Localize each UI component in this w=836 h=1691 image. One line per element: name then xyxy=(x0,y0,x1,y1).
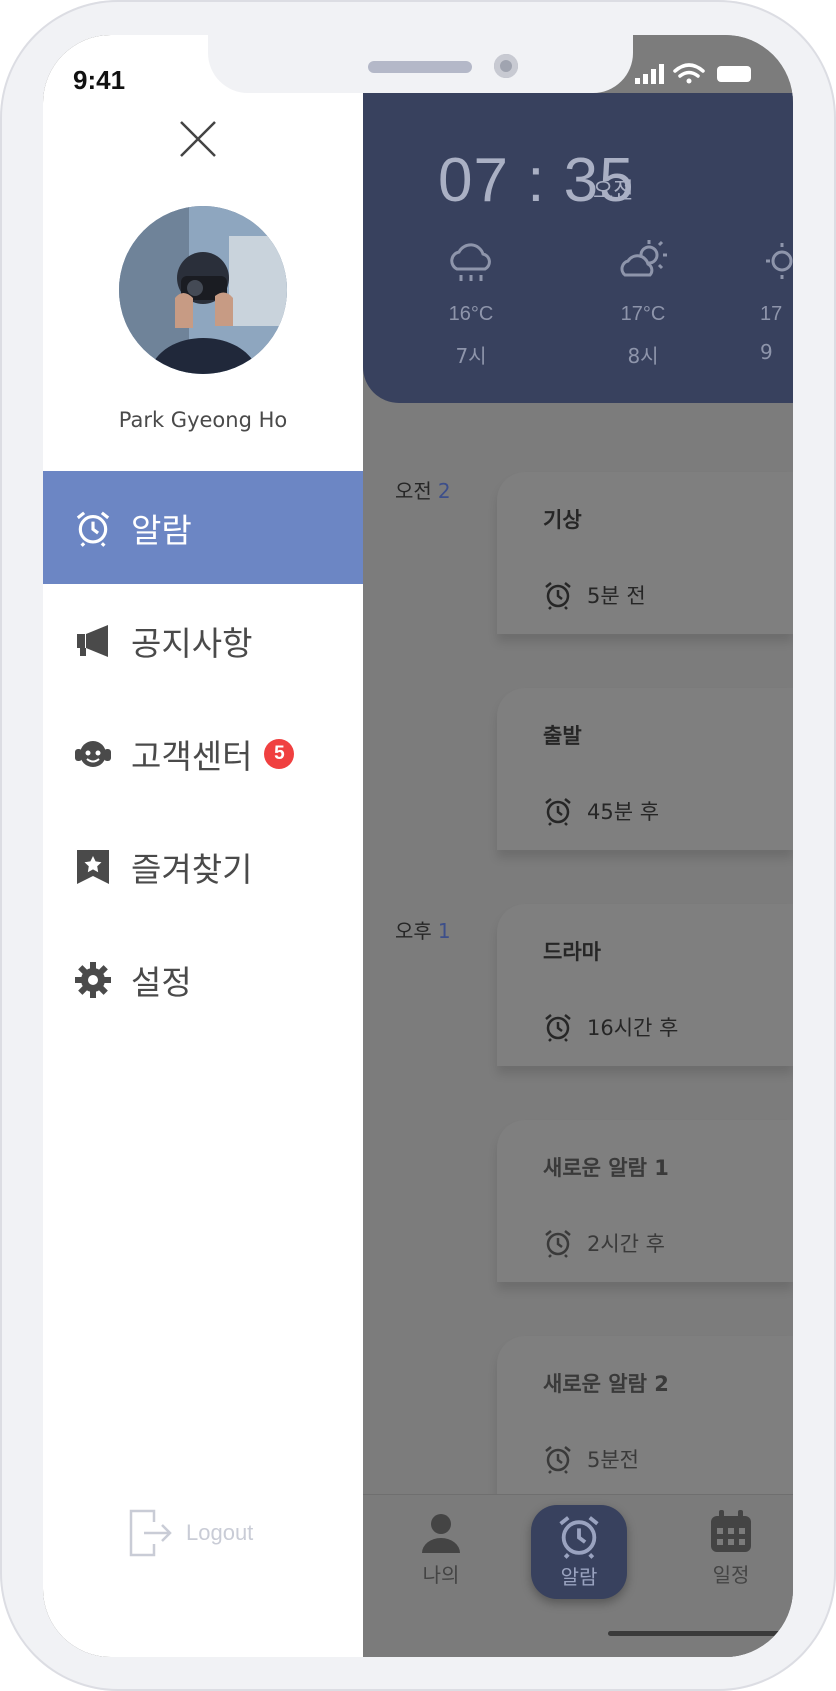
signal-icon xyxy=(635,64,664,84)
cloud-sun-icon xyxy=(620,240,667,277)
sun-icon xyxy=(766,243,793,279)
alarm-card[interactable]: 새로운 알람 2 5분전 xyxy=(497,1336,793,1498)
forecast-item: 17°C 8시 xyxy=(588,235,698,369)
menu-item-favorites[interactable]: 즐겨찾기 xyxy=(43,810,363,923)
notch xyxy=(208,35,633,93)
alarm-clock-icon xyxy=(76,511,110,547)
forecast-hour: 9 xyxy=(760,340,773,364)
menu-item-settings[interactable]: 설정 xyxy=(43,923,363,1036)
wifi-icon xyxy=(673,63,705,84)
alarm-clock-icon xyxy=(545,582,571,610)
bookmark-star-icon xyxy=(77,849,109,884)
side-drawer: Park Gyeong Ho 알람 공지사항 고객센터 5 즐겨찾기 설정 Lo… xyxy=(43,35,363,1657)
menu-item-alarm[interactable]: 알람 xyxy=(43,471,363,584)
alarm-title: 드라마 xyxy=(543,940,601,964)
menu-item-label: 고객센터 xyxy=(131,736,253,776)
speaker xyxy=(368,61,472,73)
menu-item-label: 알람 xyxy=(131,510,192,550)
period-name: 오전 xyxy=(395,479,432,503)
status-time: 9:41 xyxy=(73,65,126,95)
period-name: 오후 xyxy=(395,919,432,943)
close-icon[interactable] xyxy=(178,119,218,159)
tab-label: 일정 xyxy=(712,1563,750,1587)
alarm-title: 기상 xyxy=(543,508,582,532)
alarm-card[interactable]: 기상 5분 전 xyxy=(497,472,793,634)
tab-label: 나의 xyxy=(422,1563,460,1587)
alarm-time: 45분 후 xyxy=(543,796,659,826)
forecast-temp: 17 xyxy=(760,303,783,325)
camera-icon xyxy=(494,54,518,78)
menu-item-support[interactable]: 고객센터 5 xyxy=(43,697,363,810)
status-bar: 9:41 xyxy=(43,35,793,95)
alarm-card[interactable]: 드라마 16시간 후 xyxy=(497,904,793,1066)
user-name: Park Gyeong Ho xyxy=(118,408,288,432)
period-label-am: 오전 2 xyxy=(395,475,451,504)
menu-item-label: 설정 xyxy=(131,962,192,1002)
alarm-time: 5분전 xyxy=(543,1444,639,1474)
alarm-clock-icon xyxy=(545,1014,571,1042)
current-ampm: 오전 xyxy=(593,179,634,204)
alarm-time: 5분 전 xyxy=(543,580,646,610)
forecast-hour: 8시 xyxy=(627,344,659,368)
person-icon xyxy=(422,1514,460,1553)
period-count: 1 xyxy=(437,919,451,943)
megaphone-icon xyxy=(77,624,108,657)
menu-item-label: 즐겨찾기 xyxy=(131,849,253,889)
tab-schedule[interactable]: 일정 xyxy=(683,1507,779,1588)
menu-item-notice[interactable]: 공지사항 xyxy=(43,584,363,697)
gear-icon xyxy=(75,961,111,998)
tab-my[interactable]: 나의 xyxy=(393,1507,489,1588)
forecast-temp: 16°C xyxy=(448,303,494,325)
tab-label: 알람 xyxy=(560,1565,598,1589)
home-indicator xyxy=(608,1631,793,1636)
alarm-time: 2시간 후 xyxy=(543,1228,665,1258)
headset-icon xyxy=(75,740,111,767)
alarm-title: 새로운 알람 2 xyxy=(543,1372,669,1396)
battery-icon xyxy=(717,66,751,82)
alarm-time-text: 5분 전 xyxy=(587,584,646,608)
cloud-rain-icon xyxy=(450,243,491,281)
avatar-photo xyxy=(119,206,287,374)
alarm-title: 출발 xyxy=(543,724,582,748)
notification-badge: 5 xyxy=(264,738,295,769)
alarm-time-text: 16시간 후 xyxy=(587,1016,679,1040)
alarm-title: 새로운 알람 1 xyxy=(543,1156,669,1180)
forecast-hour: 7시 xyxy=(455,344,487,368)
alarm-clock-icon xyxy=(545,798,571,826)
calendar-icon xyxy=(711,1510,751,1552)
alarm-time-text: 5분전 xyxy=(587,1448,640,1472)
logout-button[interactable]: Logout xyxy=(128,1508,253,1558)
forecast-item: 16°C 7시 xyxy=(416,235,526,369)
alarm-clock-icon xyxy=(545,1230,571,1258)
alarm-time-text: 2시간 후 xyxy=(587,1232,665,1256)
period-count: 2 xyxy=(437,479,451,503)
alarm-clock-icon xyxy=(559,1516,599,1559)
logout-label: Logout xyxy=(186,1520,254,1545)
phone-screen: 07 : 35 오전 16°C 7시 17°C 8시 17 9 오전 2 오후 … xyxy=(43,35,793,1657)
menu-item-label: 공지사항 xyxy=(131,623,253,663)
alarm-card[interactable]: 새로운 알람 1 2시간 후 xyxy=(497,1120,793,1282)
tab-alarm[interactable]: 알람 xyxy=(531,1505,627,1599)
alarm-card[interactable]: 출발 45분 후 xyxy=(497,688,793,850)
phone-frame: 07 : 35 오전 16°C 7시 17°C 8시 17 9 오전 2 오후 … xyxy=(0,0,836,1691)
alarm-time: 16시간 후 xyxy=(543,1012,678,1042)
forecast-temp: 17°C xyxy=(620,303,666,325)
alarm-time-text: 45분 후 xyxy=(587,800,660,824)
system-status-icons xyxy=(635,63,751,84)
alarm-clock-icon xyxy=(545,1446,571,1474)
period-label-pm: 오후 1 xyxy=(395,915,451,944)
avatar xyxy=(119,206,287,374)
logout-icon xyxy=(129,1509,172,1557)
forecast-item: 17 9 xyxy=(760,235,793,364)
